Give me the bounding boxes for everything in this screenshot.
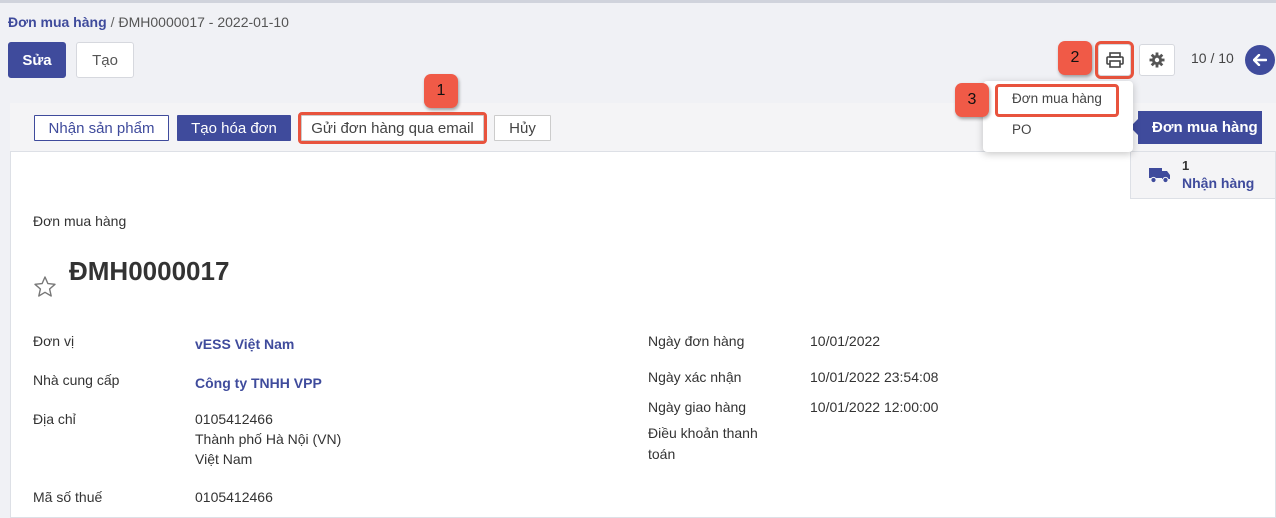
print-button[interactable] [1095,41,1134,79]
cancel-button[interactable]: Hủy [494,115,551,141]
confirm-date-value: 10/01/2022 23:54:08 [810,369,939,385]
star-outline-icon [34,276,56,297]
top-border [0,0,1276,3]
gear-icon [1149,52,1165,68]
order-date-value: 10/01/2022 [810,333,881,349]
create-button[interactable]: Tạo [76,42,134,78]
favorite-toggle[interactable] [33,275,57,302]
receipts-count: 1 [1182,158,1190,173]
print-menu-item-po[interactable]: PO [983,122,1133,137]
breadcrumb-separator: / [110,14,115,30]
pager-value[interactable]: 10 / 10 [1191,50,1234,66]
document-number: ĐMH0000017 [69,256,230,286]
address-line: Thành phố Hà Nội (VN) [195,431,342,447]
truck-icon [1149,168,1170,184]
status-stage-active[interactable]: Đơn mua hàng [1130,111,1262,144]
unit-label: Đơn vị [33,333,75,349]
document-type-label: Đơn mua hàng [33,213,127,229]
create-invoice-button[interactable]: Tạo hóa đơn [177,115,291,141]
edit-button[interactable]: Sửa [8,42,66,78]
settings-button[interactable] [1139,44,1175,76]
breadcrumb-parent-link[interactable]: Đơn mua hàng [8,14,107,30]
order-date-label: Ngày đơn hàng [648,333,745,349]
delivery-date-label: Ngày giao hàng [648,399,747,415]
step-callout-3: 3 [955,83,989,117]
confirm-date-label: Ngày xác nhận [648,369,742,385]
address-line: Việt Nam [195,451,253,467]
highlight-box [995,84,1119,117]
tax-code-label: Mã số thuế [33,489,103,505]
address-label: Địa chỉ [33,411,76,427]
breadcrumb: Đơn mua hàng / ĐMH0000017 - 2022-01-10 [8,14,289,30]
supplier-label: Nhà cung cấp [33,372,120,388]
supplier-value-link[interactable]: Công ty TNHH VPP [195,375,322,391]
tax-code-value: 0105412466 [195,489,273,505]
receipts-label: Nhận hàng [1182,175,1255,191]
payment-terms-label: Điều khoản thanh [648,425,758,441]
step-callout-2: 2 [1058,41,1092,75]
send-email-button[interactable]: Gửi đơn hàng qua email [298,112,487,144]
arrow-left-icon [1253,54,1267,66]
step-callout-1: 1 [424,74,458,108]
breadcrumb-current: ĐMH0000017 - 2022-01-10 [118,14,289,30]
receipts-smart-button[interactable]: 1 Nhận hàng [1130,152,1276,199]
delivery-date-value: 10/01/2022 12:00:00 [810,399,939,415]
pager-previous-button[interactable] [1245,45,1275,75]
address-line: 0105412466 [195,411,273,427]
printer-icon [1105,52,1124,68]
unit-value-link[interactable]: vESS Việt Nam [195,336,294,352]
receive-products-button[interactable]: Nhận sản phẩm [34,115,169,141]
payment-terms-label-cont: toán [648,446,676,462]
address-value: 0105412466 Thành phố Hà Nội (VN) Việt Na… [195,409,341,469]
